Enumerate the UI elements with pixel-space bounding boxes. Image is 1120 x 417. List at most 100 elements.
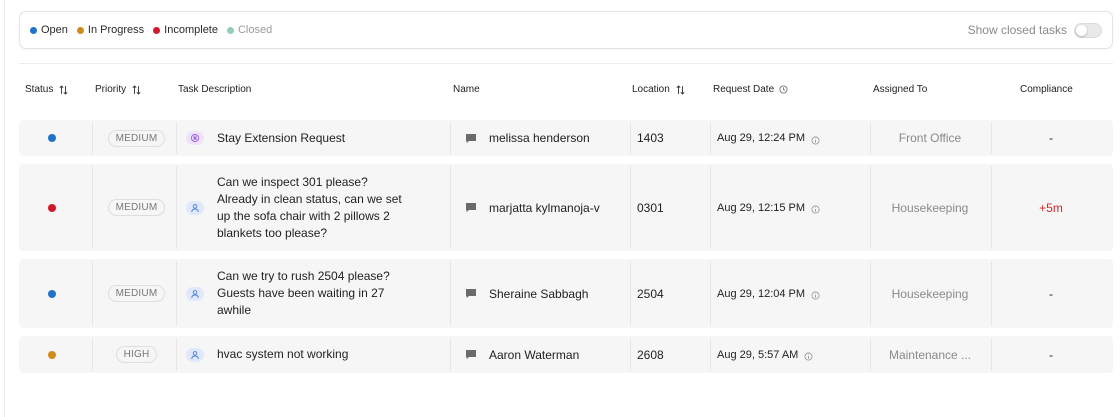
chat-icon[interactable]	[465, 288, 477, 299]
column-location[interactable]: Location	[632, 84, 685, 95]
legend-label: Open	[41, 24, 68, 36]
column-request-date[interactable]: Request Date	[713, 84, 788, 95]
location-cell: 2608	[630, 336, 710, 373]
show-closed-label: Show closed tasks	[967, 23, 1067, 37]
compliance-value: -	[1049, 286, 1053, 301]
status-legend: Open In Progress Incomplete Closed	[30, 24, 281, 36]
room-number: 2504	[637, 286, 664, 301]
priority-cell: HIGH	[92, 336, 176, 373]
status-dot	[48, 203, 56, 212]
request-date-cell: Aug 29, 12:15 PM	[710, 164, 870, 251]
assigned-department: Housekeeping	[891, 200, 969, 215]
column-priority[interactable]: Priority	[95, 84, 141, 95]
legend-dot	[226, 26, 234, 34]
name-cell: melissa henderson	[450, 120, 630, 156]
show-closed-toggle[interactable]	[1074, 22, 1102, 38]
request-date: Aug 29, 5:57 AM	[717, 348, 799, 361]
room-number: 0301	[637, 200, 664, 215]
task-description[interactable]: Can we inspect 301 please? Already in cl…	[217, 174, 407, 242]
chat-icon[interactable]	[465, 349, 477, 360]
column-task-label: Task Description	[178, 84, 252, 95]
legend-item: Closed	[226, 24, 273, 36]
legend-bar: Open In Progress Incomplete Closed Show clo…	[19, 11, 1113, 49]
priority-badge: MEDIUM	[107, 285, 166, 302]
chat-icon[interactable]	[465, 202, 477, 213]
chat-icon[interactable]	[465, 133, 477, 144]
info-icon[interactable]	[811, 203, 820, 214]
table-row[interactable]: MEDIUM Can we try to rush 2504 please? Gu…	[19, 259, 1113, 328]
priority-cell: MEDIUM	[92, 164, 176, 251]
table-row[interactable]: MEDIUM Can we inspect 301 please? Already…	[19, 164, 1113, 251]
column-status[interactable]: Status	[25, 84, 68, 95]
column-request-date-label: Request Date	[713, 84, 775, 95]
legend-item: Incomplete	[153, 24, 218, 36]
room-number: 1403	[637, 131, 664, 145]
legend-item: In Progress	[76, 24, 145, 36]
request-date: Aug 29, 12:04 PM	[717, 287, 806, 300]
compliance-cell: +5m	[991, 164, 1113, 251]
guest-name: marjatta kylmanoja-v	[489, 200, 600, 215]
table-row[interactable]: HIGH hvac system not working Aaron Waterma…	[19, 336, 1113, 373]
table-row[interactable]: MEDIUM Stay Extension Request melissa hend…	[19, 120, 1113, 156]
clock-icon	[779, 85, 788, 94]
status-dot	[48, 289, 56, 298]
task-description[interactable]: hvac system not working	[217, 346, 407, 363]
toggle-knob	[1076, 24, 1087, 36]
task-description[interactable]: Can we try to rush 2504 please? Guests h…	[217, 268, 407, 319]
location-cell: 1403	[630, 120, 710, 156]
column-name: Name	[453, 84, 480, 95]
request-date: Aug 29, 12:15 PM	[717, 201, 806, 214]
legend-dot	[76, 26, 84, 34]
column-compliance: Compliance	[1020, 84, 1073, 95]
column-compliance-label: Compliance	[1020, 84, 1073, 95]
compliance-cell: -	[991, 120, 1113, 156]
compliance-value: -	[1049, 347, 1053, 362]
assigned-to-cell: Housekeeping	[870, 259, 991, 328]
column-location-label: Location	[632, 84, 670, 95]
legend-label: Closed	[237, 24, 273, 36]
show-closed-toggle-group: Show closed tasks	[967, 22, 1102, 38]
location-cell: 0301	[630, 164, 710, 251]
status-cell	[19, 164, 92, 251]
name-cell: Sheraine Sabbagh	[450, 259, 630, 328]
request-date: Aug 29, 12:24 PM	[717, 132, 806, 144]
assigned-to-cell: Front Office	[870, 120, 991, 156]
task-description-cell: hvac system not working	[176, 336, 450, 373]
compliance-cell: -	[991, 336, 1113, 373]
guest-name: Aaron Waterman	[489, 347, 580, 362]
sparkle-icon	[186, 131, 204, 145]
assigned-to-cell: Maintenance ...	[870, 336, 991, 373]
column-task-description: Task Description	[178, 84, 251, 95]
status-cell	[19, 120, 92, 156]
info-icon[interactable]	[811, 289, 820, 300]
info-icon[interactable]	[804, 350, 813, 361]
sort-icon	[676, 84, 685, 95]
priority-badge: MEDIUM	[107, 129, 166, 147]
room-number: 2608	[637, 347, 664, 362]
guest-name: Sheraine Sabbagh	[489, 286, 589, 301]
assigned-department: Front Office	[898, 131, 962, 145]
info-icon[interactable]	[811, 134, 820, 144]
legend-label: In Progress	[87, 24, 145, 36]
table-header: Status Priority Task Description Name Lo…	[5, 84, 1120, 100]
task-description-cell: Stay Extension Request	[176, 120, 450, 156]
person-icon	[186, 347, 204, 362]
sort-icon	[132, 84, 141, 95]
person-icon	[186, 286, 204, 301]
request-date-cell: Aug 29, 12:04 PM	[710, 259, 870, 328]
compliance-value: +5m	[1039, 200, 1063, 215]
priority-badge: MEDIUM	[107, 199, 166, 216]
guest-name: melissa henderson	[489, 131, 590, 145]
column-priority-label: Priority	[95, 84, 127, 95]
column-status-label: Status	[25, 84, 54, 95]
name-cell: marjatta kylmanoja-v	[450, 164, 630, 251]
task-description-cell: Can we inspect 301 please? Already in cl…	[176, 164, 450, 251]
request-date-cell: Aug 29, 5:57 AM	[710, 336, 870, 373]
name-cell: Aaron Waterman	[450, 336, 630, 373]
column-assigned-label: Assigned To	[873, 84, 928, 95]
priority-badge: HIGH	[115, 346, 158, 363]
task-board: Open In Progress Incomplete Closed Show clo…	[4, 0, 1120, 417]
column-name-label: Name	[453, 84, 480, 95]
assigned-department: Housekeeping	[891, 286, 969, 301]
task-description[interactable]: Stay Extension Request	[217, 130, 407, 147]
